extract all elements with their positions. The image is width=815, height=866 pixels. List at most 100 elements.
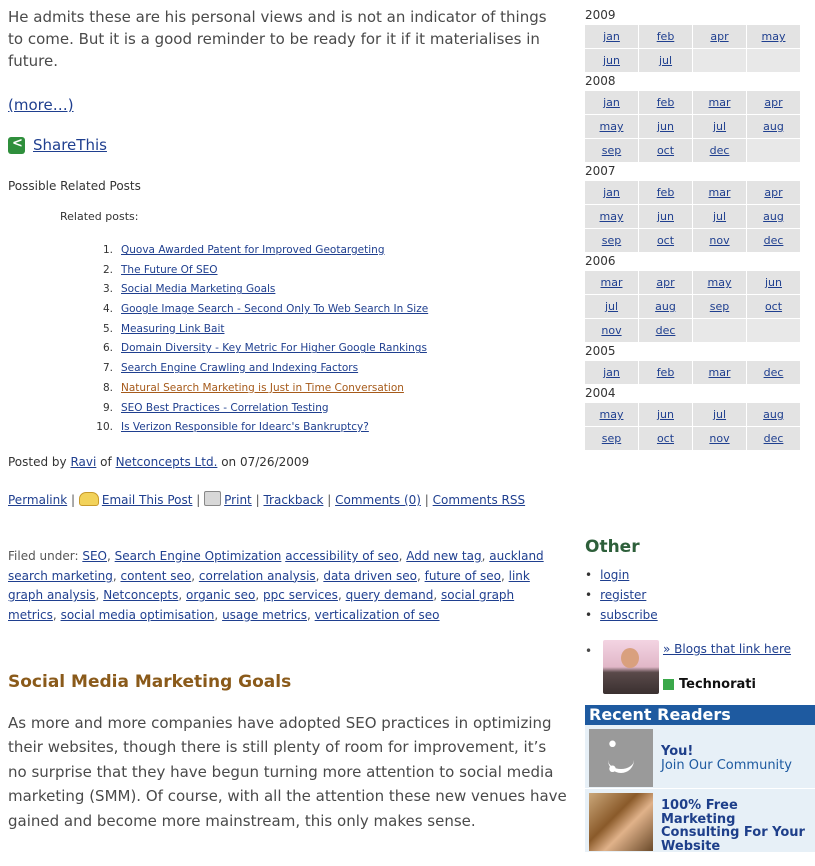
more-link[interactable]: (more…) xyxy=(8,96,74,114)
print-link[interactable]: Print xyxy=(224,493,252,507)
archive-month-link[interactable]: aug xyxy=(763,408,784,421)
tag-link[interactable]: social media optimisation xyxy=(61,608,215,622)
archive-month-link[interactable]: sep xyxy=(602,432,621,445)
archive-month-link[interactable]: may xyxy=(708,276,732,289)
archive-month-link[interactable]: jun xyxy=(603,54,620,67)
archive-month-link[interactable]: mar xyxy=(601,276,623,289)
archive-month-link[interactable]: dec xyxy=(764,432,784,445)
archive-month-link[interactable]: sep xyxy=(710,300,729,313)
archive-month-link[interactable]: aug xyxy=(655,300,676,313)
tag-link[interactable]: usage metrics xyxy=(222,608,307,622)
archive-month-link[interactable]: jun xyxy=(657,408,674,421)
archive-month-link[interactable]: nov xyxy=(709,432,729,445)
related-post-link[interactable]: Google Image Search - Second Only To Web… xyxy=(121,303,428,315)
archive-month-link[interactable]: jan xyxy=(603,96,620,109)
archive-month-link[interactable]: nov xyxy=(709,234,729,247)
trackback-link[interactable]: Trackback xyxy=(263,493,323,507)
archive-month-link[interactable]: may xyxy=(600,210,624,223)
subscribe-link[interactable]: subscribe xyxy=(600,608,658,622)
share-this-link[interactable]: ShareThis xyxy=(33,136,107,154)
archive-month-link[interactable]: may xyxy=(600,120,624,133)
join-community-link[interactable]: Join Our Community xyxy=(661,759,792,773)
archive-month-link[interactable]: aug xyxy=(763,120,784,133)
tag-link[interactable]: correlation analysis xyxy=(199,569,316,583)
email-post-link[interactable]: Email This Post xyxy=(102,493,193,507)
related-post-link[interactable]: Domain Diversity - Key Metric For Higher… xyxy=(121,342,427,354)
archive-month-link[interactable]: jun xyxy=(657,120,674,133)
archive-month-link[interactable]: apr xyxy=(710,30,728,43)
archive-month-link[interactable]: jul xyxy=(713,120,726,133)
archive-month-link[interactable]: feb xyxy=(657,186,675,199)
tag-link[interactable]: query demand xyxy=(346,588,434,602)
related-post-link[interactable]: Quova Awarded Patent for Improved Geotar… xyxy=(121,244,384,256)
tag-link[interactable]: data driven seo xyxy=(323,569,417,583)
archive-month-link[interactable]: dec xyxy=(764,234,784,247)
reader-you[interactable]: You! Join Our Community xyxy=(585,725,815,789)
archive-month-link[interactable]: oct xyxy=(657,432,674,445)
tag-link[interactable]: SEO xyxy=(82,549,107,563)
related-post-link[interactable]: Is Verizon Responsible for Idearc's Bank… xyxy=(121,421,369,433)
reader-you-name[interactable]: You! xyxy=(661,745,792,759)
archive-month-link[interactable]: nov xyxy=(601,324,621,337)
archive-month-link[interactable]: sep xyxy=(602,234,621,247)
comments-rss-link[interactable]: Comments RSS xyxy=(433,493,525,507)
archive-month-link[interactable]: mar xyxy=(709,366,731,379)
blogs-that-link-here-link[interactable]: » Blogs that link here xyxy=(663,642,791,656)
archive-month-link[interactable]: sep xyxy=(602,144,621,157)
author-link[interactable]: Ravi xyxy=(70,455,96,469)
archive-month-link[interactable]: mar xyxy=(709,96,731,109)
archive-month-link[interactable]: jun xyxy=(765,276,782,289)
tag-link[interactable]: Search Engine Optimization xyxy=(115,549,282,563)
comments-link[interactable]: Comments (0) xyxy=(335,493,421,507)
tag-link[interactable]: accessibility of seo xyxy=(285,549,398,563)
share-this[interactable]: ShareThis xyxy=(8,136,107,154)
related-post-link[interactable]: Social Media Marketing Goals xyxy=(121,283,275,295)
archive-month-link[interactable]: jul xyxy=(605,300,618,313)
archive-month-link[interactable]: jan xyxy=(603,186,620,199)
email-icon[interactable] xyxy=(78,492,99,506)
tag-link[interactable]: ppc services xyxy=(263,588,338,602)
archive-month-link[interactable]: jul xyxy=(713,408,726,421)
archive-month-link[interactable]: jan xyxy=(603,30,620,43)
archive-month-link[interactable]: feb xyxy=(657,96,675,109)
company-link[interactable]: Netconcepts Ltd. xyxy=(116,455,218,469)
archive-month-link[interactable]: mar xyxy=(709,186,731,199)
archive-month-link[interactable]: may xyxy=(600,408,624,421)
archive-month-link[interactable]: apr xyxy=(764,96,782,109)
archive-month-link[interactable]: aug xyxy=(763,210,784,223)
print-icon[interactable] xyxy=(204,491,222,506)
related-post-link[interactable]: SEO Best Practices - Correlation Testing xyxy=(121,402,329,414)
post-title[interactable]: Social Media Marketing Goals xyxy=(8,672,291,692)
tag-link[interactable]: verticalization of seo xyxy=(315,608,440,622)
archive-month-link[interactable]: apr xyxy=(656,276,674,289)
archive-month-link[interactable]: jul xyxy=(713,210,726,223)
archive-month-link[interactable]: jan xyxy=(603,366,620,379)
technorati-logo[interactable]: Technorati xyxy=(663,677,756,692)
share-icon[interactable] xyxy=(8,136,25,154)
archive-month-link[interactable]: jul xyxy=(659,54,672,67)
archive-month-link[interactable]: jun xyxy=(657,210,674,223)
archive-month-link[interactable]: apr xyxy=(764,186,782,199)
archive-month-link[interactable]: feb xyxy=(657,30,675,43)
tag-link[interactable]: content seo xyxy=(120,569,191,583)
archive-month-link[interactable]: oct xyxy=(765,300,782,313)
related-post-link[interactable]: Measuring Link Bait xyxy=(121,323,224,335)
archive-month-link[interactable]: oct xyxy=(657,144,674,157)
archive-month-link[interactable]: dec xyxy=(710,144,730,157)
archive-month-link[interactable]: may xyxy=(762,30,786,43)
free-consulting-link[interactable]: 100% Free Marketing Consulting For Your … xyxy=(661,799,811,853)
login-link[interactable]: login xyxy=(600,568,629,582)
reader-promo[interactable]: 100% Free Marketing Consulting For Your … xyxy=(585,789,815,853)
archive-month-link[interactable]: dec xyxy=(656,324,676,337)
tag-link[interactable]: Add new tag xyxy=(406,549,481,563)
archive-month-link[interactable]: oct xyxy=(657,234,674,247)
register-link[interactable]: register xyxy=(600,588,646,602)
archive-month-link[interactable]: dec xyxy=(764,366,784,379)
permalink-link[interactable]: Permalink xyxy=(8,493,67,507)
related-post-link[interactable]: The Future Of SEO xyxy=(121,264,218,276)
tag-link[interactable]: future of seo xyxy=(425,569,501,583)
related-post-link[interactable]: Search Engine Crawling and Indexing Fact… xyxy=(121,362,358,374)
tag-link[interactable]: organic seo xyxy=(186,588,255,602)
tag-link[interactable]: Netconcepts xyxy=(103,588,178,602)
archive-month-link[interactable]: feb xyxy=(657,366,675,379)
